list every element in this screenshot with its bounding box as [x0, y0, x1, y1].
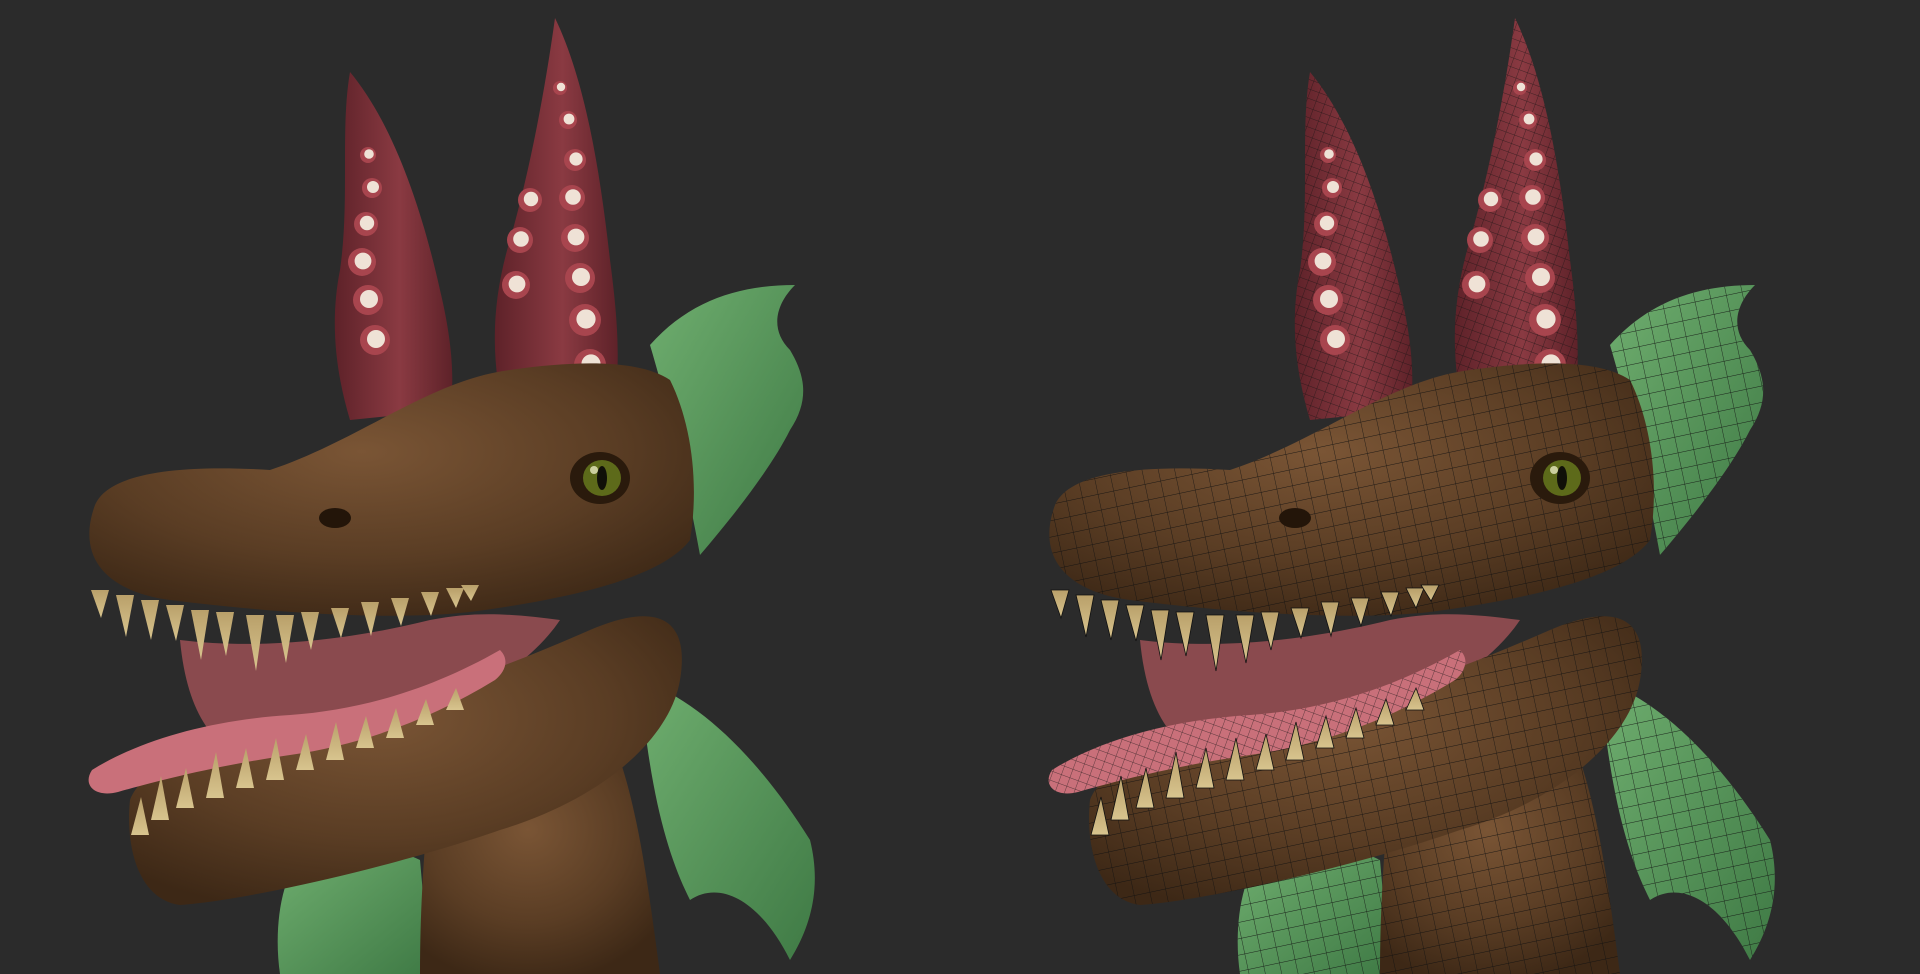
tooth [91, 590, 109, 618]
nostril [1279, 508, 1311, 528]
sucker-center [565, 189, 581, 205]
sucker-center [1327, 181, 1339, 193]
tooth [1050, 589, 1070, 620]
sucker-center [1525, 189, 1541, 205]
horn-left [334, 72, 453, 420]
tooth [141, 600, 159, 640]
tooth [166, 605, 184, 641]
viewport [0, 0, 1920, 974]
sucker-center [367, 330, 385, 348]
sucker-center [367, 181, 379, 193]
tooth [1125, 604, 1145, 642]
wireframe-view [960, 0, 1920, 974]
tooth [1290, 607, 1310, 640]
fin-lower-right [640, 680, 815, 960]
sucker-center [576, 309, 596, 329]
sucker-center [556, 82, 566, 92]
dragon-model [88, 18, 815, 974]
sucker-center [1532, 268, 1550, 286]
sucker-center [569, 152, 583, 166]
sucker-center [354, 252, 372, 270]
sucker-center [1327, 330, 1345, 348]
shaded-view [0, 0, 960, 974]
sucker-center [1527, 228, 1545, 246]
sucker-center [523, 191, 539, 207]
sucker-center [1529, 152, 1543, 166]
sucker-center [572, 268, 590, 286]
sucker-center [1320, 290, 1338, 308]
sucker-center [1483, 191, 1499, 207]
sucker-center [1324, 149, 1334, 159]
sucker-center [567, 228, 585, 246]
dragon-model [1048, 18, 1775, 974]
horn-right [494, 18, 618, 400]
sucker-center [1473, 231, 1489, 247]
sucker-center [1536, 309, 1556, 329]
tooth [1320, 601, 1340, 638]
eye-highlight [590, 466, 598, 474]
pupil [1557, 466, 1567, 490]
tooth [361, 602, 379, 636]
sucker-center [1314, 252, 1332, 270]
eye-highlight [1550, 466, 1558, 474]
tooth [116, 595, 134, 637]
sucker-center [1523, 113, 1535, 125]
sucker-center [1319, 215, 1335, 231]
nostril [319, 508, 351, 528]
sucker-center [359, 215, 375, 231]
sucker-center [1468, 275, 1486, 293]
tooth [1075, 594, 1095, 638]
sucker-center [1516, 82, 1526, 92]
pupil [597, 466, 607, 490]
sucker-center [508, 275, 526, 293]
tooth [331, 608, 349, 638]
sucker-center [513, 231, 529, 247]
tooth [1100, 599, 1120, 641]
sucker-center [563, 113, 575, 125]
sucker-center [360, 290, 378, 308]
sucker-center [364, 149, 374, 159]
